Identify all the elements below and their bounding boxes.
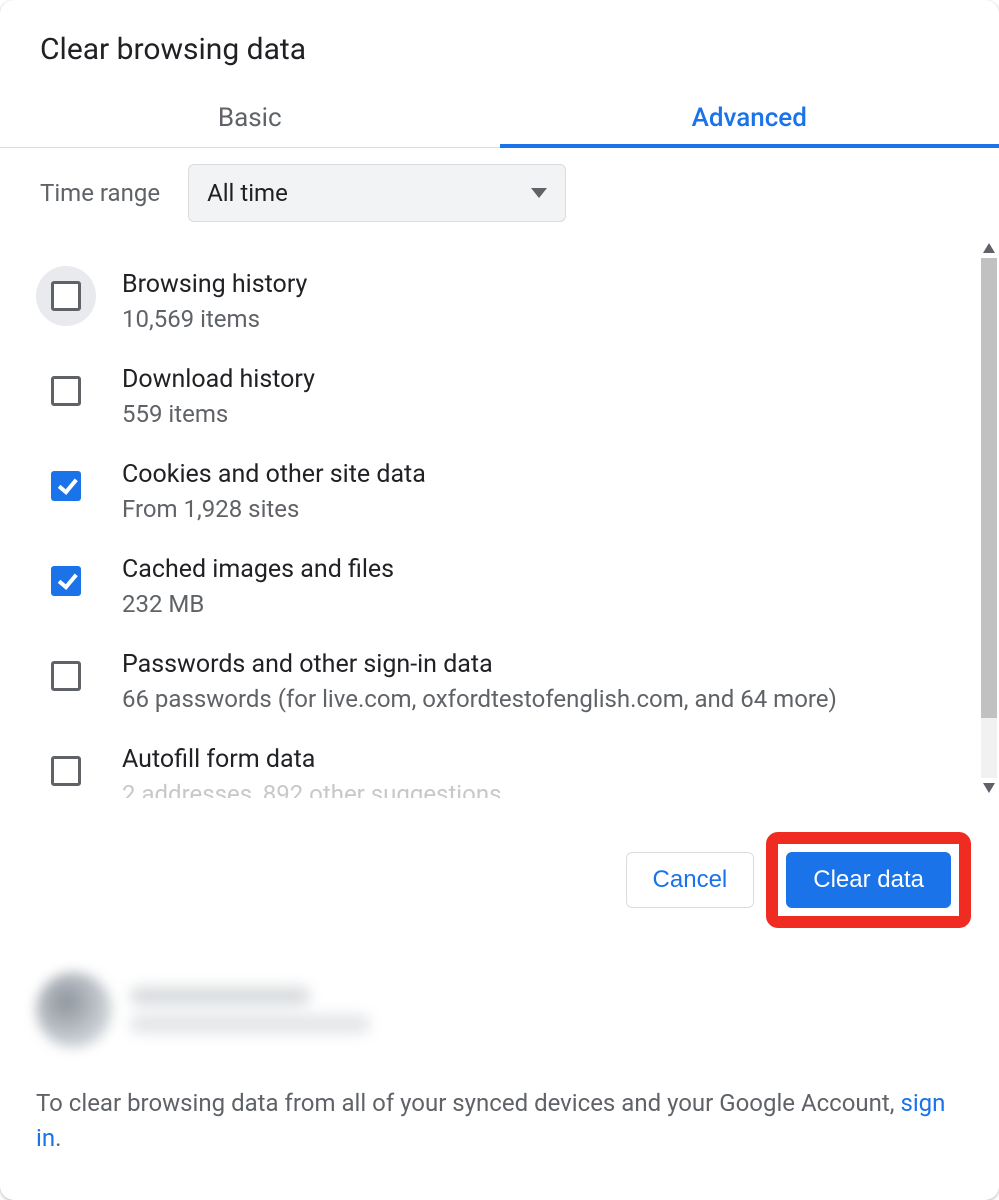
item-sub: From 1,928 sites [122, 495, 426, 523]
item-title: Autofill form data [122, 745, 501, 774]
item-sub: 232 MB [122, 590, 394, 618]
item-sub: 10,569 items [122, 305, 307, 333]
item-browsing-history[interactable]: Browsing history 10,569 items [30, 252, 969, 347]
account-row [0, 950, 999, 1056]
sync-hint: To clear browsing data from all of your … [0, 1056, 999, 1176]
checkbox-cookies[interactable] [51, 471, 81, 501]
item-title: Passwords and other sign-in data [122, 650, 837, 679]
clear-browsing-data-dialog: Clear browsing data Basic Advanced Time … [0, 0, 999, 1200]
dialog-footer: Cancel Clear data [0, 798, 999, 950]
item-sub: 2 addresses, 892 other suggestions [122, 780, 501, 798]
scrollbar-track[interactable] [981, 258, 997, 778]
tab-advanced[interactable]: Advanced [500, 85, 999, 147]
item-sub: 66 passwords (for live.com, oxfordtestof… [122, 685, 837, 713]
cancel-button[interactable]: Cancel [626, 852, 755, 908]
checkbox-autofill[interactable] [51, 756, 81, 786]
checkbox-download-history[interactable] [51, 376, 81, 406]
checkbox-cached-images[interactable] [51, 566, 81, 596]
tab-basic[interactable]: Basic [0, 85, 500, 147]
item-title: Cached images and files [122, 555, 394, 584]
time-range-row: Time range All time [0, 148, 999, 238]
item-sub: 559 items [122, 400, 315, 428]
checkbox-browsing-history-holder [36, 266, 96, 326]
time-range-value: All time [207, 179, 288, 207]
chevron-down-icon [531, 188, 547, 198]
sync-hint-after: . [55, 1124, 61, 1152]
item-autofill[interactable]: Autofill form data 2 addresses, 892 othe… [30, 727, 969, 798]
item-title: Browsing history [122, 270, 307, 299]
scroll-up-icon[interactable] [979, 238, 999, 258]
checkbox-passwords[interactable] [51, 661, 81, 691]
sync-hint-text: To clear browsing data from all of your … [36, 1089, 900, 1117]
item-passwords[interactable]: Passwords and other sign-in data 66 pass… [30, 632, 969, 727]
scroll-down-icon[interactable] [979, 778, 999, 798]
item-title: Cookies and other site data [122, 460, 426, 489]
clear-data-button[interactable]: Clear data [786, 852, 951, 908]
checkbox-browsing-history[interactable] [51, 281, 81, 311]
clear-data-highlight: Clear data [766, 832, 971, 928]
scrollbar-thumb[interactable] [981, 258, 997, 718]
data-types-list: Browsing history 10,569 items Download h… [0, 238, 999, 798]
time-range-select[interactable]: All time [188, 164, 566, 222]
item-download-history[interactable]: Download history 559 items [30, 347, 969, 442]
item-cached-images[interactable]: Cached images and files 232 MB [30, 537, 969, 632]
tab-bar: Basic Advanced [0, 85, 999, 148]
item-title: Download history [122, 365, 315, 394]
time-range-label: Time range [40, 179, 160, 207]
avatar [36, 972, 112, 1048]
item-cookies[interactable]: Cookies and other site data From 1,928 s… [30, 442, 969, 537]
account-info-redacted [130, 987, 370, 1033]
scrollbar[interactable] [979, 238, 999, 798]
dialog-title: Clear browsing data [0, 0, 999, 85]
